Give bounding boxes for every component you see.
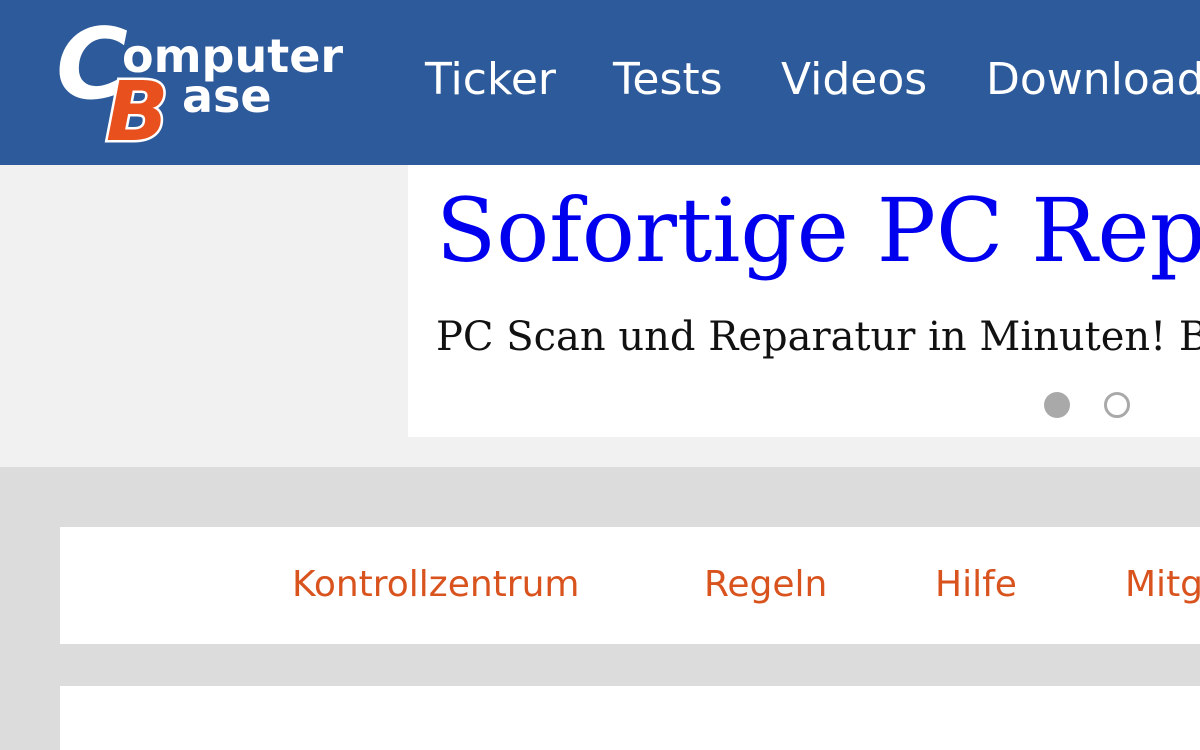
nav-item-videos[interactable]: Videos [781,52,927,108]
subnav-item-mitglieder[interactable]: Mitg [1125,561,1200,609]
ad-headline[interactable]: Sofortige PC Repa [436,175,1200,287]
subnav-item-hilfe[interactable]: Hilfe [935,561,1017,609]
nav-item-tests[interactable]: Tests [613,52,723,108]
ad-banner[interactable]: Sofortige PC Repa PC Scan und Reparatur … [408,165,1200,437]
site-header: C B omputer ase Ticker Tests Videos Down… [0,0,1200,165]
ad-area: Sofortige PC Repa PC Scan und Reparatur … [0,165,1200,467]
subnav-item-regeln[interactable]: Regeln [704,561,827,609]
subnav-item-kontrollzentrum[interactable]: Kontrollzentrum [292,561,579,609]
nav-item-ticker[interactable]: Ticker [425,52,556,108]
main-nav: Ticker Tests Videos Download [0,0,1200,165]
content-panel [60,686,1200,750]
nav-item-downloads[interactable]: Download [986,52,1200,108]
ad-subline: PC Scan und Reparatur in Minuten! Befol [436,314,1200,360]
carousel-dot-1-active[interactable] [1044,392,1070,418]
forum-subnav: Kontrollzentrum Regeln Hilfe Mitg [60,527,1200,644]
carousel-dot-2[interactable] [1104,392,1130,418]
